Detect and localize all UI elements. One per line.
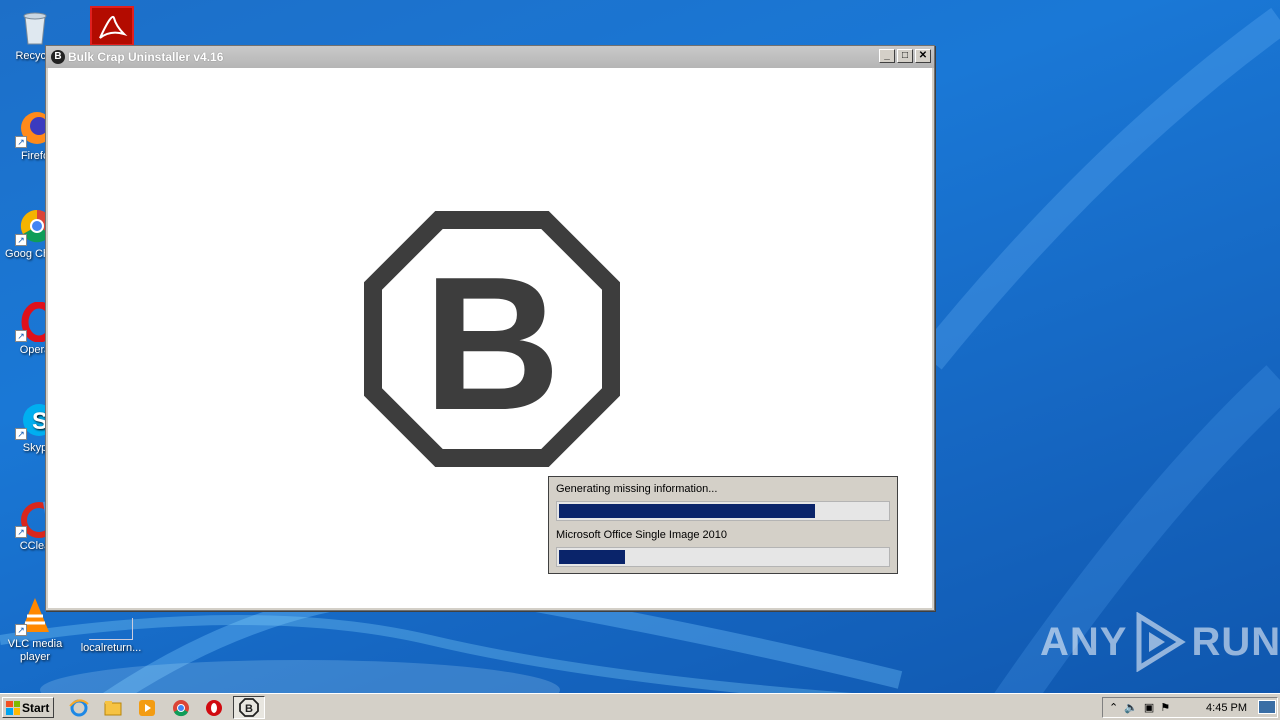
secondary-progress-fill [559,550,625,564]
shortcut-arrow-icon: ↗ [15,234,27,246]
recycle-bin-icon [15,8,55,48]
shortcut-arrow-icon: ↗ [15,136,27,148]
logo-letter: B [423,238,560,450]
chrome-taskbar-icon[interactable] [170,698,192,718]
primary-progress-fill [559,504,815,518]
splash-area: B Generating missing information... Micr… [48,68,932,608]
shortcut-arrow-icon: ↗ [15,624,27,636]
progress-panel: Generating missing information... Micros… [548,476,898,574]
clock[interactable]: 4:45 PM [1206,702,1247,714]
system-tray: ⌃ 🔈 ▣ ⚑ 4:45 PM [1102,697,1278,718]
windows-flag-icon [6,700,20,715]
taskbar-bcu-button[interactable]: B [233,696,265,719]
show-desktop-button[interactable] [1258,700,1276,714]
ie-icon[interactable] [68,698,90,718]
bcu-app-icon: B [51,50,65,64]
close-button[interactable]: ✕ [915,49,931,63]
start-button[interactable]: Start [2,697,54,718]
show-hidden-icons-icon[interactable]: ⌃ [1109,701,1118,714]
acrobat-icon [90,6,134,46]
desktop-icon-label: localreturn... [80,642,142,654]
volume-icon[interactable]: 🔈 [1124,701,1138,714]
file-icon [89,618,133,640]
shortcut-arrow-icon: ↗ [15,526,27,538]
action-center-flag-icon[interactable]: ⚑ [1160,701,1170,714]
minimize-button[interactable]: _ [879,49,895,63]
start-label: Start [22,700,50,715]
desktop-icon-acrobat[interactable] [88,6,136,48]
shortcut-arrow-icon: ↗ [15,428,27,440]
window-title: Bulk Crap Uninstaller v4.16 [68,50,224,64]
taskbar: Start B ⌃ 🔈 ▣ ⚑ 4:45 PM [0,693,1280,720]
watermark-text-right: RUN [1191,619,1280,664]
anyrun-watermark: ANY RUN [1040,612,1280,672]
secondary-progress-label: Microsoft Office Single Image 2010 [556,529,727,541]
bcu-window[interactable]: B Bulk Crap Uninstaller v4.16 _ □ ✕ B Ge… [45,45,935,611]
primary-progress-bar [556,501,890,521]
svg-text:B: B [245,703,253,715]
bcu-taskbar-icon: B [239,698,259,717]
watermark-text-left: ANY [1040,619,1128,664]
window-controls: _ □ ✕ [879,49,931,63]
media-player-icon[interactable] [136,698,158,718]
desktop-icon-label: Skyp [22,442,48,454]
desktop-icon-label: VLC media player [7,638,63,663]
desktop-icon-localreturn[interactable]: localreturn... [78,618,144,655]
play-logo-icon [1136,612,1187,672]
opera-taskbar-icon[interactable] [203,698,225,718]
explorer-icon[interactable] [102,698,124,718]
network-icon[interactable]: ▣ [1144,701,1154,714]
bcu-logo-icon: B [364,211,620,467]
primary-progress-label: Generating missing information... [556,483,718,495]
maximize-button[interactable]: □ [897,49,913,63]
shortcut-arrow-icon: ↗ [15,330,27,342]
window-titlebar[interactable]: B Bulk Crap Uninstaller v4.16 _ □ ✕ [46,46,934,68]
secondary-progress-bar [556,547,890,567]
